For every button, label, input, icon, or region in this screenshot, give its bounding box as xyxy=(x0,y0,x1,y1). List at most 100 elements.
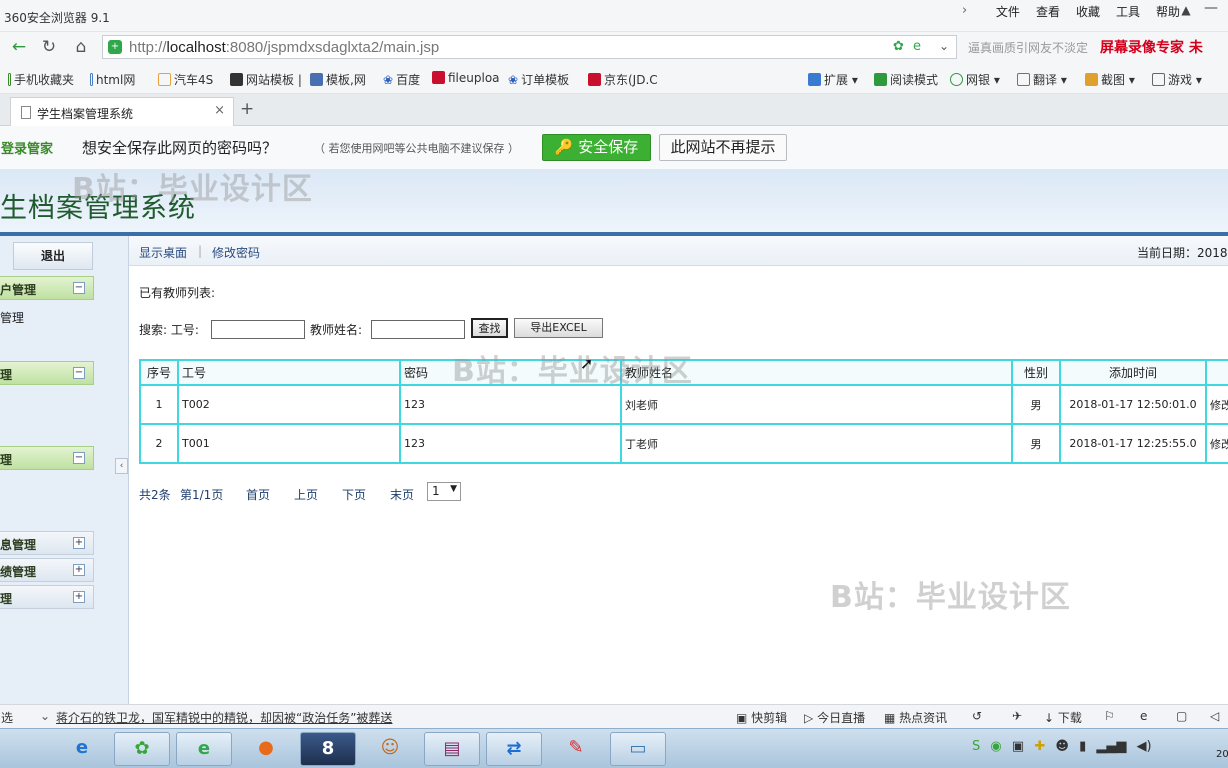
sync-icon[interactable]: ↺ xyxy=(972,709,982,723)
sidebar-group-2[interactable]: 理 − xyxy=(0,361,94,385)
sidebar-group-user[interactable]: 户管理 − xyxy=(0,276,94,300)
eclipse-taskbar-icon[interactable]: 8 xyxy=(300,732,356,766)
address-bar[interactable]: + http://localhost:8080/jspmdxsdaglxta2/… xyxy=(102,35,957,59)
menu-view[interactable]: 查看 xyxy=(1028,3,1068,20)
pager-prev[interactable]: 上页 xyxy=(294,486,318,503)
export-excel-button[interactable]: 导出EXCEL xyxy=(514,318,603,338)
tab-student-archive[interactable]: 学生档案管理系统 × xyxy=(10,97,234,126)
sidebar-group-6[interactable]: 理 + xyxy=(0,585,94,609)
safe-save-button[interactable]: 🔑 安全保存 xyxy=(542,134,651,161)
screenshot-button[interactable]: 截图 ▾ xyxy=(1085,71,1135,88)
volume-icon[interactable]: ◁ xyxy=(1210,709,1219,723)
bookmark-item[interactable]: ❀ 百度 xyxy=(383,71,420,88)
quick-edit-button[interactable]: ▣ 快剪辑 xyxy=(736,709,787,726)
back-arrow-icon[interactable]: ← xyxy=(8,36,30,58)
ie-icon[interactable]: e xyxy=(1140,709,1147,723)
network-tray-icon[interactable]: ◉ xyxy=(990,739,1001,754)
picture-taskbar-icon[interactable]: ▭ xyxy=(610,732,666,766)
bookmark-item[interactable]: 模板,网 xyxy=(310,71,366,88)
cell-added-time: 2018-01-17 12:25:55.0 xyxy=(1059,423,1207,464)
new-tab-plus-icon[interactable]: + xyxy=(240,99,254,119)
teacher-id-input[interactable] xyxy=(211,320,305,339)
refresh-icon[interactable]: ↻ xyxy=(38,36,60,58)
sidebar-group-3[interactable]: 理 − xyxy=(0,446,94,470)
cell-password: 123 xyxy=(399,423,622,464)
flag-tray-icon[interactable]: ▣ xyxy=(1012,739,1024,754)
qq-game-taskbar-icon[interactable]: ☺ xyxy=(362,732,418,766)
signal-tray-icon[interactable]: ▂▄▆ xyxy=(1096,739,1126,754)
minimize-button[interactable]: — xyxy=(1204,0,1218,16)
bank-button[interactable]: 网银 ▾ xyxy=(950,71,1000,88)
360-taskbar-icon[interactable]: ✿ xyxy=(114,732,170,766)
bookmark-item[interactable]: 汽车4S xyxy=(158,71,213,88)
collapse-minus-icon[interactable]: − xyxy=(73,367,85,379)
hot-news-button[interactable]: ▦ 热点资讯 xyxy=(884,709,947,726)
expand-plus-icon[interactable]: + xyxy=(73,591,85,603)
winrar-taskbar-icon[interactable]: ▤ xyxy=(424,732,480,766)
bookmark-item[interactable]: ❀ 订单模板 xyxy=(508,71,569,88)
bookmark-item[interactable]: html网 xyxy=(90,71,135,88)
sidebar-collapse-arrow-icon[interactable]: ‹ xyxy=(115,458,128,474)
menu-favorites[interactable]: 收藏 xyxy=(1068,3,1108,20)
recorder-taskbar-icon[interactable]: ✎ xyxy=(548,732,604,766)
window-icon[interactable]: ▢ xyxy=(1176,709,1187,723)
speaker-tray-icon[interactable]: ◀) xyxy=(1137,739,1152,754)
chevron-right-icon[interactable]: › xyxy=(962,3,967,18)
sidebar-group-info[interactable]: 息管理 + xyxy=(0,531,94,555)
flag-icon[interactable]: ⚐ xyxy=(1104,709,1115,723)
qq-tray-icon[interactable]: ☻ xyxy=(1055,739,1069,754)
sidebar-item-manage[interactable]: 管理 xyxy=(0,309,24,326)
edit-link[interactable]: 修改 xyxy=(1205,423,1228,464)
plus-tray-icon[interactable]: ✚ xyxy=(1034,739,1045,754)
chevron-down-icon[interactable]: ⌄ xyxy=(939,39,949,53)
main-content: 显示桌面 | 修改密码 当前日期：2018- 已有教师列表: 搜索: 工号: 教… xyxy=(129,236,1228,704)
book-icon xyxy=(874,73,887,86)
ie-taskbar-icon[interactable]: e xyxy=(54,732,110,766)
bookmark-item[interactable]: fileuploa xyxy=(432,71,500,85)
live-button[interactable]: ▷ 今日直播 xyxy=(804,709,865,726)
news-ticker[interactable]: 蒋介石的铁卫龙，国军精锐中的精锐，却因被“政治任务”被葬送 xyxy=(56,709,392,726)
search-hint[interactable]: 逼真画质引网友不淡定 xyxy=(968,39,1088,56)
download-button[interactable]: ↓ 下载 xyxy=(1044,709,1082,726)
never-prompt-button[interactable]: 此网站不再提示 xyxy=(659,134,787,161)
menu-tools[interactable]: 工具 xyxy=(1108,3,1148,20)
show-desktop-link[interactable]: 显示桌面 xyxy=(139,244,187,261)
skin-icon[interactable]: ▲ xyxy=(1176,3,1196,19)
games-button[interactable]: 游戏 ▾ xyxy=(1152,71,1202,88)
usb-tray-icon[interactable]: ▮ xyxy=(1079,739,1086,754)
change-password-link[interactable]: 修改密码 xyxy=(212,244,260,261)
pager-last[interactable]: 末页 xyxy=(390,486,414,503)
edit-link[interactable]: 修改 xyxy=(1205,384,1228,425)
bookmark-item[interactable]: 京东(JD.C xyxy=(588,71,658,88)
browser-taskbar-icon[interactable]: e xyxy=(176,732,232,766)
speedup-icon[interactable]: ✿ xyxy=(893,39,904,54)
home-icon[interactable]: ⌂ xyxy=(70,36,92,58)
firefox-taskbar-icon[interactable]: ● xyxy=(238,732,294,766)
column-header: 序号 xyxy=(139,359,179,386)
extensions-button[interactable]: 扩展 ▾ xyxy=(808,71,858,88)
logout-button[interactable]: 退出 xyxy=(13,242,93,270)
pager-next[interactable]: 下页 xyxy=(342,486,366,503)
current-date: 当前日期：2018- xyxy=(1137,246,1228,260)
teamviewer-taskbar-icon[interactable]: ⇄ xyxy=(486,732,542,766)
sidebar-group-label: 户管理 xyxy=(0,283,37,297)
translate-button[interactable]: 翻译 ▾ xyxy=(1017,71,1067,88)
menu-file[interactable]: 文件 xyxy=(988,3,1028,20)
browser-menu: 文件 查看 收藏 工具 帮助 xyxy=(988,3,1188,20)
ie-mode-icon[interactable]: e xyxy=(913,39,921,54)
expand-plus-icon[interactable]: + xyxy=(73,564,85,576)
bookmark-item[interactable]: 手机收藏夹 xyxy=(8,71,74,88)
reader-mode-button[interactable]: 阅读模式 xyxy=(874,71,938,88)
page-select[interactable]: 1 ▼ xyxy=(427,482,461,501)
expand-plus-icon[interactable]: + xyxy=(73,537,85,549)
close-icon[interactable]: × xyxy=(214,103,225,118)
search-button[interactable]: 查找 xyxy=(471,318,508,338)
bookmark-item[interactable]: 网站模板 | xyxy=(230,71,302,88)
pager-first[interactable]: 首页 xyxy=(246,486,270,503)
teacher-name-input[interactable] xyxy=(371,320,465,339)
pin-icon[interactable]: ✈ xyxy=(1012,709,1022,723)
360-tray-icon[interactable]: S xyxy=(972,739,980,754)
collapse-minus-icon[interactable]: − xyxy=(73,282,85,294)
sidebar-group-grades[interactable]: 绩管理 + xyxy=(0,558,94,582)
collapse-minus-icon[interactable]: − xyxy=(73,452,85,464)
